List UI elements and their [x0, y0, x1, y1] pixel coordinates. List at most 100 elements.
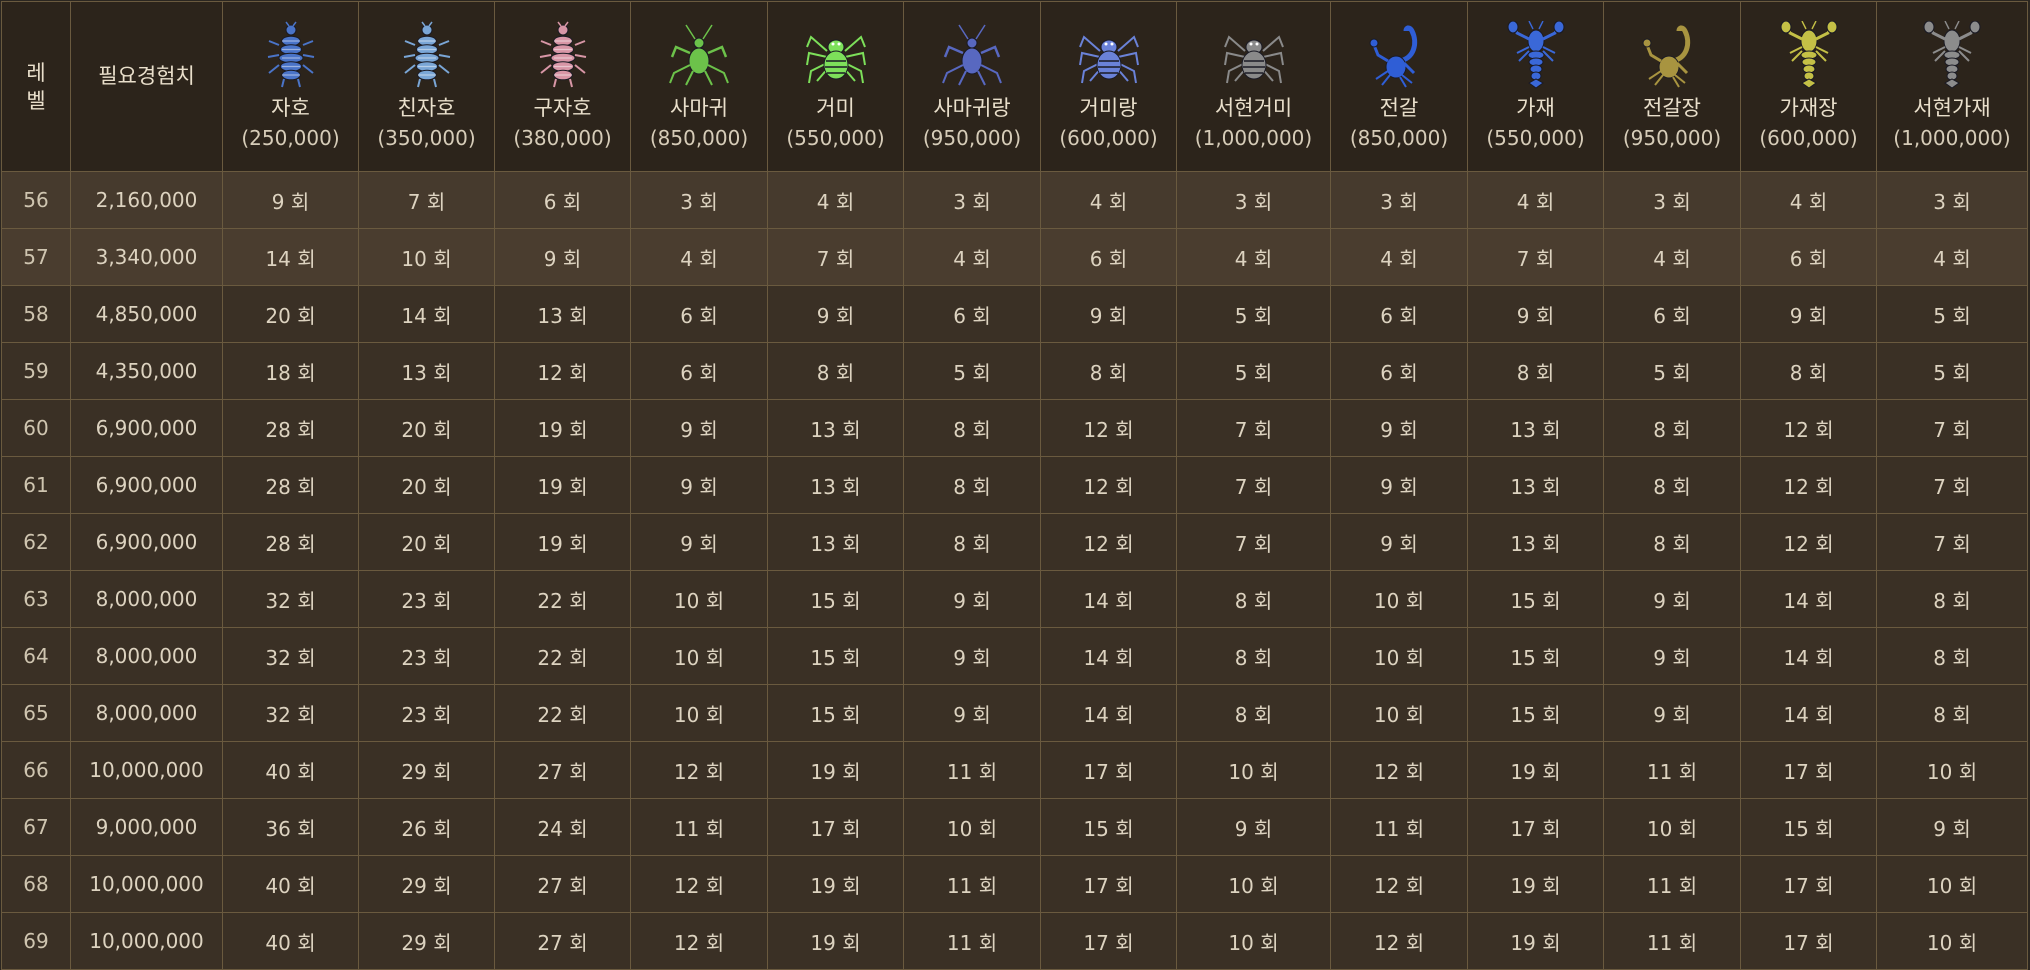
level-cell: 68	[1, 855, 71, 913]
count-cell: 9 회	[1040, 285, 1177, 343]
monster-exp: (550,000)	[786, 125, 885, 150]
monster-name: 거미랑	[1079, 95, 1138, 120]
count-cell: 10 회	[630, 627, 768, 685]
monster-column-header: 가재장 (600,000)	[1740, 1, 1877, 172]
level-cell: 65	[1, 684, 71, 742]
count-cell: 3 회	[1176, 171, 1331, 229]
gray-spider-icon	[1223, 21, 1285, 93]
count-cell: 15 회	[1467, 627, 1604, 685]
count-cell: 12 회	[1040, 456, 1177, 514]
monster-name: 사마귀랑	[933, 95, 1011, 120]
count-cell: 11 회	[630, 798, 768, 856]
monster-name: 전갈	[1379, 95, 1419, 120]
level-cell: 59	[1, 342, 71, 400]
exp-cell: 4,850,000	[70, 285, 223, 343]
count-cell: 5 회	[1876, 285, 2028, 343]
count-cell: 9 회	[903, 627, 1041, 685]
count-cell: 14 회	[1740, 684, 1877, 742]
count-cell: 9 회	[494, 228, 631, 286]
count-cell: 5 회	[903, 342, 1041, 400]
monster-column-header: 가재 (550,000)	[1467, 1, 1604, 172]
exp-cell: 8,000,000	[70, 627, 223, 685]
count-cell: 3 회	[1603, 171, 1741, 229]
count-cell: 8 회	[903, 399, 1041, 457]
count-cell: 17 회	[1040, 855, 1177, 913]
count-cell: 3 회	[630, 171, 768, 229]
count-cell: 6 회	[630, 285, 768, 343]
count-cell: 15 회	[1467, 684, 1604, 742]
level-cell: 67	[1, 798, 71, 856]
count-cell: 20 회	[358, 513, 495, 571]
count-cell: 8 회	[1176, 570, 1331, 628]
count-cell: 6 회	[630, 342, 768, 400]
monster-column-header: 친자호 (350,000)	[358, 1, 495, 172]
monster-name: 서현거미	[1214, 95, 1293, 120]
count-cell: 7 회	[358, 171, 495, 229]
count-cell: 10 회	[358, 228, 495, 286]
count-cell: 4 회	[1040, 171, 1177, 229]
count-cell: 12 회	[630, 741, 768, 799]
exp-cell: 4,350,000	[70, 342, 223, 400]
count-cell: 9 회	[903, 570, 1041, 628]
level-column-header: 레벨	[1, 1, 71, 172]
count-cell: 10 회	[1176, 912, 1331, 970]
count-cell: 17 회	[767, 798, 904, 856]
level-cell: 69	[1, 912, 71, 970]
green-mantis-icon	[668, 21, 730, 93]
count-cell: 9 회	[903, 684, 1041, 742]
count-cell: 3 회	[903, 171, 1041, 229]
table-row: 64 8,000,000 32 회 23 회 22 회 10 회 15 회9 회 14 회8 …	[1, 627, 2028, 685]
count-cell: 28 회	[222, 513, 359, 571]
count-cell: 19 회	[1467, 855, 1604, 913]
count-cell: 8 회	[1467, 342, 1604, 400]
count-cell: 4 회	[1603, 228, 1741, 286]
count-cell: 8 회	[903, 513, 1041, 571]
count-cell: 22 회	[494, 570, 631, 628]
count-cell: 17 회	[1467, 798, 1604, 856]
monster-column-header: 자호 (250,000)	[222, 1, 359, 172]
table-row: 66 10,000,000 40 회 29 회 27 회 12 회 19 회 11 회 17 회…	[1, 741, 2028, 799]
count-cell: 17 회	[1740, 912, 1877, 970]
count-cell: 7 회	[1876, 399, 2028, 457]
table-row: 65 8,000,000 32 회 23 회 22 회 10 회 15 회9 회 14 회8 …	[1, 684, 2028, 742]
count-cell: 6 회	[1740, 228, 1877, 286]
exp-cell: 9,000,000	[70, 798, 223, 856]
count-cell: 5 회	[1176, 285, 1331, 343]
count-cell: 22 회	[494, 684, 631, 742]
count-cell: 9 회	[630, 456, 768, 514]
count-cell: 4 회	[767, 171, 904, 229]
table-row: 61 6,900,000 28 회 20 회 19 회9 회 13 회8 회 12 회7 회…	[1, 456, 2028, 514]
count-cell: 6 회	[903, 285, 1041, 343]
count-cell: 27 회	[494, 855, 631, 913]
count-cell: 11 회	[1603, 912, 1741, 970]
count-cell: 27 회	[494, 741, 631, 799]
count-cell: 32 회	[222, 627, 359, 685]
level-cell: 57	[1, 228, 71, 286]
count-cell: 14 회	[1740, 627, 1877, 685]
count-cell: 8 회	[1740, 342, 1877, 400]
count-cell: 9 회	[1876, 798, 2028, 856]
monster-name: 가재장	[1779, 95, 1838, 120]
table-body: 56 2,160,000 9 회7 회6 회3 회4 회3 회4 회3 회3 회4 …	[1, 171, 2028, 970]
monster-column-header: 서현거미 (1,000,000)	[1176, 1, 1331, 172]
table-row: 58 4,850,000 20 회 14 회 13 회6 회9 회6 회9 회5 회6 …	[1, 285, 2028, 343]
exp-cell: 10,000,000	[70, 741, 223, 799]
count-cell: 8 회	[1176, 627, 1331, 685]
exp-cell: 6,900,000	[70, 456, 223, 514]
count-cell: 4 회	[1330, 228, 1468, 286]
count-cell: 6 회	[1330, 285, 1468, 343]
count-cell: 19 회	[494, 456, 631, 514]
monster-exp: (1,000,000)	[1893, 125, 2011, 150]
count-cell: 8 회	[1040, 342, 1177, 400]
count-cell: 8 회	[1176, 684, 1331, 742]
count-cell: 7 회	[1176, 456, 1331, 514]
table-row: 57 3,340,000 14 회 10 회9 회4 회7 회4 회6 회4 회4 회…	[1, 228, 2028, 286]
table-row: 67 9,000,000 36 회 26 회 24 회 11 회 17 회 10 회 15 회9…	[1, 798, 2028, 856]
exp-column-header: 필요경험치	[70, 1, 223, 172]
count-cell: 12 회	[1330, 912, 1468, 970]
count-cell: 24 회	[494, 798, 631, 856]
count-cell: 8 회	[1876, 684, 2028, 742]
count-cell: 8 회	[767, 342, 904, 400]
count-cell: 13 회	[1467, 399, 1604, 457]
count-cell: 12 회	[1740, 456, 1877, 514]
